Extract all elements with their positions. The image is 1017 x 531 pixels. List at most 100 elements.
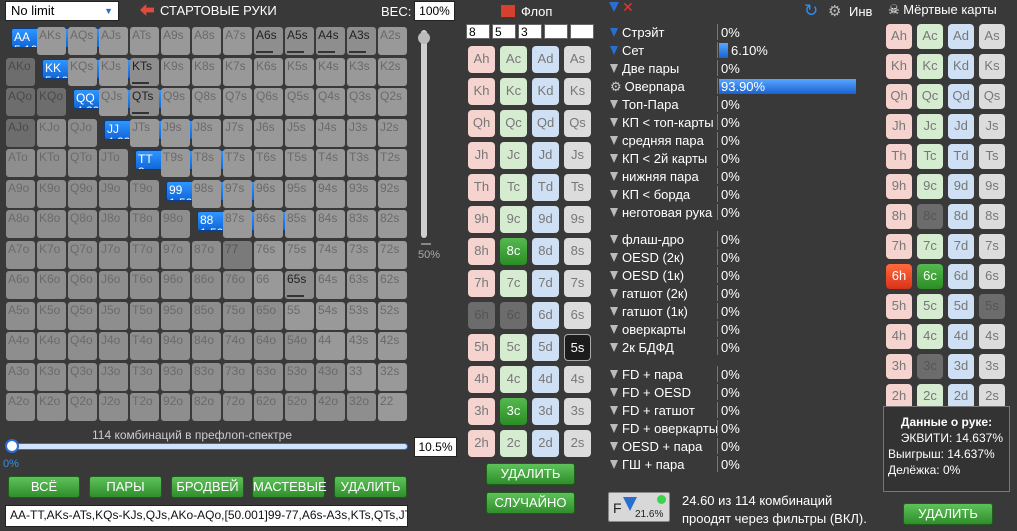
filter-icon[interactable]: [610, 136, 618, 145]
hand-cell[interactable]: 96s: [254, 179, 283, 208]
filter-icon[interactable]: [610, 46, 618, 55]
hand-cell[interactable]: 62o: [254, 393, 283, 421]
flop-card[interactable]: 5h: [468, 334, 495, 361]
broadway-button[interactable]: БРОДВЕЙ: [171, 476, 244, 498]
hand-cell[interactable]: J4s: [316, 118, 345, 147]
filter-icon[interactable]: [610, 460, 618, 469]
stat-row[interactable]: Топ-Пара: [610, 96, 720, 113]
weight-slider-track[interactable]: [421, 30, 427, 238]
hand-cell[interactable]: Q5o: [68, 301, 97, 330]
hand-cell[interactable]: 94o: [161, 332, 190, 360]
dead-card[interactable]: Ac: [917, 24, 943, 49]
hand-cell[interactable]: J7s: [223, 118, 252, 147]
dead-card[interactable]: 7c: [917, 234, 943, 259]
hand-cell[interactable]: A9o: [6, 179, 35, 208]
dead-card[interactable]: Ts: [979, 144, 1005, 169]
hand-cell[interactable]: 84s: [316, 210, 345, 238]
hand-cell[interactable]: 63o: [254, 362, 283, 391]
hand-cell[interactable]: Q7o: [68, 240, 97, 269]
hand-cell[interactable]: T7o: [130, 240, 159, 269]
flop-card[interactable]: 3h: [468, 398, 495, 425]
dead-card[interactable]: 5h: [886, 294, 912, 319]
stat-row[interactable]: FD + гатшот: [610, 402, 720, 419]
hand-cell[interactable]: T8s: [192, 149, 221, 177]
hand-cell[interactable]: T5o: [130, 301, 159, 330]
hand-cell[interactable]: T2o: [130, 393, 159, 421]
hand-cell[interactable]: Q5s: [285, 88, 314, 116]
dead-card[interactable]: Qs: [979, 84, 1005, 109]
dead-card[interactable]: 3s: [979, 354, 1005, 379]
flop-card[interactable]: 6h: [468, 302, 495, 329]
hand-cell[interactable]: 97o: [161, 240, 190, 269]
hand-cell[interactable]: QJs: [99, 88, 128, 116]
board-slot-2[interactable]: 5: [492, 24, 516, 39]
hand-cell[interactable]: 83o: [192, 362, 221, 391]
stat-row[interactable]: оверкарты: [610, 321, 720, 338]
flop-card[interactable]: 3c: [500, 398, 527, 425]
dead-card[interactable]: 9s: [979, 174, 1005, 199]
flop-card[interactable]: 2h: [468, 430, 495, 457]
hand-cell[interactable]: A8o: [6, 210, 35, 238]
hand-cell[interactable]: T9s: [161, 149, 190, 177]
filter-icon[interactable]: [609, 2, 619, 12]
hand-cell[interactable]: A6o: [6, 271, 35, 299]
dead-card[interactable]: Td: [948, 144, 974, 169]
flop-card[interactable]: 9s: [564, 206, 591, 233]
hand-cell[interactable]: Q8s: [192, 88, 221, 116]
hand-cell[interactable]: A6s: [254, 27, 283, 55]
hand-cell[interactable]: J8o: [99, 210, 128, 238]
hand-cell[interactable]: 76s: [254, 240, 283, 269]
hand-cell[interactable]: 43o: [316, 362, 345, 391]
hand-cell[interactable]: 72o: [223, 393, 252, 421]
stat-row[interactable]: гатшот (2к): [610, 285, 720, 302]
hand-cell[interactable]: 87s: [223, 210, 252, 238]
flop-random-button[interactable]: СЛУЧАЙНО: [486, 492, 575, 514]
dead-card[interactable]: Th: [886, 144, 912, 169]
stat-row[interactable]: OESD (2к): [610, 249, 720, 266]
hand-cell[interactable]: J6s: [254, 118, 283, 147]
filter-icon[interactable]: [610, 253, 618, 262]
flop-card[interactable]: 9c: [500, 206, 527, 233]
flop-card[interactable]: Kc: [500, 78, 527, 105]
hand-cell[interactable]: 33: [347, 362, 376, 391]
stat-row[interactable]: нижняя пара: [610, 168, 720, 185]
stat-row[interactable]: флаш-дро: [610, 231, 720, 248]
hand-cell[interactable]: 82s: [378, 210, 407, 238]
hand-cell[interactable]: A5s: [285, 27, 314, 55]
flop-card[interactable]: Qc: [500, 110, 527, 137]
stat-row[interactable]: FD + оверкарты: [610, 420, 720, 437]
board-slot-1[interactable]: 8: [466, 24, 490, 39]
hand-cell[interactable]: T9o: [130, 179, 159, 208]
hand-cell[interactable]: 65o: [254, 301, 283, 330]
hand-cell[interactable]: Q7s: [223, 88, 252, 116]
hand-cell[interactable]: J2o: [99, 393, 128, 421]
hand-cell[interactable]: T7s: [223, 149, 252, 177]
hand-cell[interactable]: AKo: [6, 57, 35, 86]
dead-card[interactable]: Qc: [917, 84, 943, 109]
hand-cell[interactable]: A2s: [378, 27, 407, 55]
hand-cell[interactable]: Q3s: [347, 88, 376, 116]
stat-row[interactable]: FD + пара: [610, 366, 720, 383]
hand-cell[interactable]: A9s: [161, 27, 190, 55]
dead-card[interactable]: Qh: [886, 84, 912, 109]
hand-cell[interactable]: K7s: [223, 57, 252, 86]
dead-card[interactable]: Ah: [886, 24, 912, 49]
filter-icon[interactable]: [610, 154, 618, 163]
hand-cell[interactable]: KQs: [68, 57, 97, 86]
hand-cell[interactable]: AQo: [6, 88, 35, 116]
filter-icon[interactable]: [610, 406, 618, 415]
stat-row[interactable]: ⚙ Оверпара: [610, 78, 720, 95]
hand-cell[interactable]: A3o: [6, 362, 35, 391]
dead-card[interactable]: 7h: [886, 234, 912, 259]
hand-cell[interactable]: A8s: [192, 27, 221, 55]
dead-card[interactable]: 4c: [917, 324, 943, 349]
filter-icon[interactable]: [610, 208, 618, 217]
filter-icon[interactable]: [610, 424, 618, 433]
flop-card[interactable]: Tc: [500, 174, 527, 201]
hand-cell[interactable]: J2s: [378, 118, 407, 147]
hand-cell[interactable]: 82o: [192, 393, 221, 421]
hand-cell[interactable]: K4s: [316, 57, 345, 86]
dead-card[interactable]: 3c: [917, 354, 943, 379]
flop-card[interactable]: 5s: [564, 334, 591, 361]
back-arrow-icon[interactable]: [140, 4, 154, 16]
